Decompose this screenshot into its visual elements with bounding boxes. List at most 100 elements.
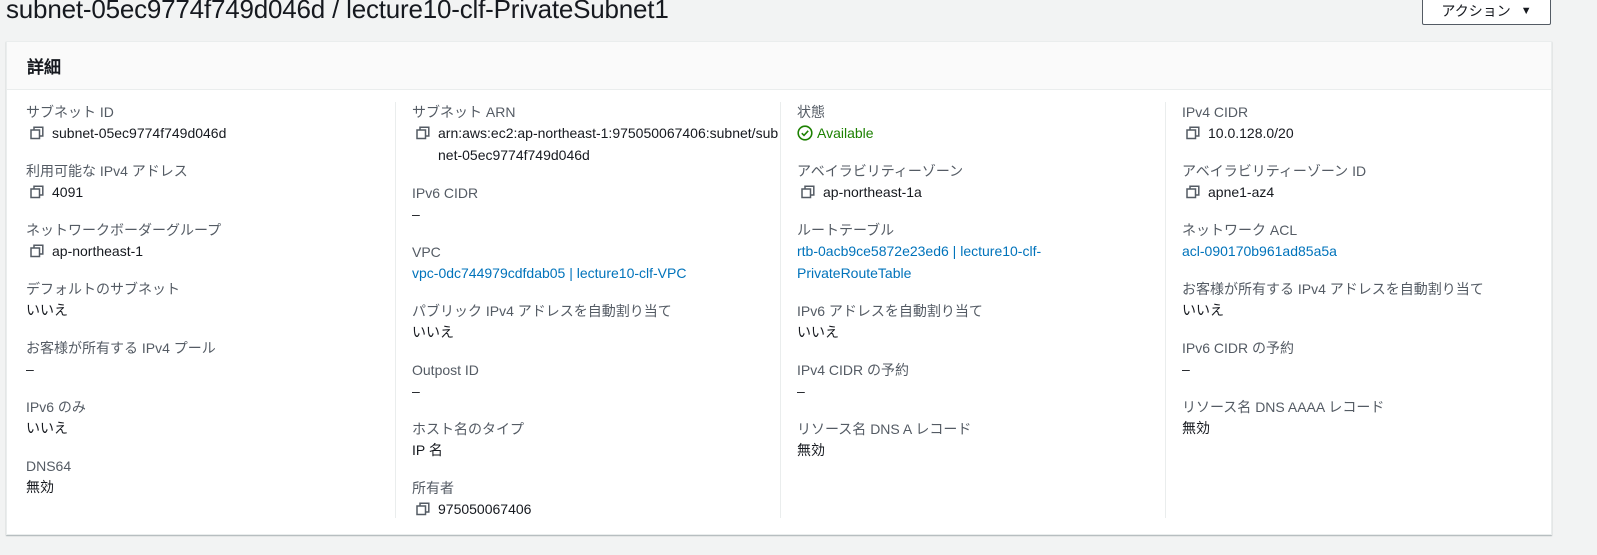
check-circle-icon [797,122,813,144]
field-value: – [412,383,420,399]
details-column-2: サブネット ARN arn:aws:ec2:ap-northeast-1:975… [395,102,780,518]
details-columns: サブネット ID subnet-05ec9774f749d046d 利用可能な … [7,102,1551,518]
field-label: Outpost ID [412,362,479,378]
field-network-acl: ネットワーク ACL acl-090170b961ad85a5a [1182,220,1550,279]
field-label: アベイラビリティーゾーン [797,163,964,179]
field-ipv6-only: IPv6 のみ いいえ [26,397,396,456]
panel-heading: 詳細 [27,58,61,77]
field-value: いいえ [797,324,839,340]
field-label: ネットワーク ACL [1182,222,1298,238]
field-label: IPv6 アドレスを自動割り当て [797,303,983,319]
copy-icon[interactable] [1182,122,1208,144]
field-label: IPv6 のみ [26,399,86,415]
field-label: IPv6 CIDR の予約 [1182,340,1295,356]
field-value: apne1-az4 [1208,184,1275,200]
details-column-3: 状態 Available アベイラビリティーゾーン ap-northeast-1… [780,102,1165,518]
status-badge: Available [797,122,1165,144]
field-value: いいえ [1182,302,1224,318]
field-label: サブネット ARN [412,104,516,120]
details-panel: 詳細 サブネット ID subnet-05ec9774f749d046d 利用可… [6,41,1552,535]
field-subnet-id: サブネット ID subnet-05ec9774f749d046d [26,102,396,161]
field-available-ipv4: 利用可能な IPv4 アドレス 4091 [26,161,396,220]
details-column-1: サブネット ID subnet-05ec9774f749d046d 利用可能な … [26,102,396,518]
field-route-table: ルートテーブル rtb-0acb9ce5872e23ed6 | lecture1… [797,220,1165,301]
field-value: arn:aws:ec2:ap-northeast-1:975050067406:… [438,125,779,163]
actions-button[interactable]: アクション ▼ [1422,0,1551,25]
field-label: ネットワークボーダーグループ [26,222,222,238]
field-label: サブネット ID [26,104,114,120]
field-value: ap-northeast-1 [52,243,144,259]
vpc-link[interactable]: vpc-0dc744979cdfdab05 | lecture10-clf-VP… [412,262,780,284]
field-resource-dns-aaaa: リソース名 DNS AAAA レコード 無効 [1182,397,1550,456]
field-label: IPv4 CIDR [1182,104,1249,120]
copy-icon[interactable] [412,122,438,144]
field-value: – [26,361,34,377]
field-availability-zone-id: アベイラビリティーゾーン ID apne1-az4 [1182,161,1550,220]
copy-icon[interactable] [26,181,52,203]
field-label: ルートテーブル [797,222,895,238]
field-label: パブリック IPv4 アドレスを自動割り当て [412,303,672,319]
field-subnet-arn: サブネット ARN arn:aws:ec2:ap-northeast-1:975… [412,102,780,183]
field-value: いいえ [26,420,68,436]
field-label: リソース名 DNS AAAA レコード [1182,399,1385,415]
field-ipv4-cidr-reservation: IPv4 CIDR の予約 – [797,360,1165,419]
page-title: subnet-05ec9774f749d046d / lecture10-clf… [6,0,669,24]
field-auto-assign-ipv6: IPv6 アドレスを自動割り当て いいえ [797,301,1165,360]
field-value: 無効 [26,479,54,495]
field-value: 975050067406 [438,501,532,517]
field-value: いいえ [412,324,454,340]
field-label: お客様が所有する IPv4 アドレスを自動割り当て [1182,281,1484,297]
field-value: IP 名 [412,442,443,458]
field-value: ap-northeast-1a [823,184,922,200]
copy-icon[interactable] [26,240,52,262]
field-auto-assign-customer-ipv4: お客様が所有する IPv4 アドレスを自動割り当て いいえ [1182,279,1550,338]
copy-icon[interactable] [797,181,823,203]
field-availability-zone: アベイラビリティーゾーン ap-northeast-1a [797,161,1165,220]
field-value: – [797,383,805,399]
field-outpost-id: Outpost ID – [412,360,780,419]
panel-header: 詳細 [7,42,1551,90]
network-acl-link[interactable]: acl-090170b961ad85a5a [1182,240,1550,262]
field-label: DNS64 [26,458,72,474]
scrollbar[interactable] [1585,0,1597,555]
field-label: IPv6 CIDR [412,185,479,201]
field-resource-dns-a: リソース名 DNS A レコード 無効 [797,419,1165,478]
field-value: いいえ [26,302,68,318]
route-table-link[interactable]: rtb-0acb9ce5872e23ed6 | lecture10-clf-Pr… [797,240,1052,284]
details-column-4: IPv4 CIDR 10.0.128.0/20 アベイラビリティーゾーン ID … [1165,102,1550,518]
field-value: subnet-05ec9774f749d046d [52,125,227,141]
field-ipv4-cidr: IPv4 CIDR 10.0.128.0/20 [1182,102,1550,161]
actions-button-label: アクション [1441,2,1511,19]
field-vpc: VPC vpc-0dc744979cdfdab05 | lecture10-cl… [412,242,780,301]
field-state: 状態 Available [797,102,1165,161]
copy-icon[interactable] [26,122,52,144]
field-customer-owned-ipv4-pool: お客様が所有する IPv4 プール – [26,338,396,397]
field-label: 所有者 [412,480,454,496]
caret-down-icon: ▼ [1520,4,1532,17]
field-label: アベイラビリティーゾーン ID [1182,163,1367,179]
status-text: Available [817,125,874,141]
field-dns64: DNS64 無効 [26,456,396,515]
field-hostname-type: ホスト名のタイプ IP 名 [412,419,780,478]
field-value: 無効 [797,442,825,458]
field-label: 利用可能な IPv4 アドレス [26,163,188,179]
field-network-border-group: ネットワークボーダーグループ ap-northeast-1 [26,220,396,279]
field-ipv6-cidr-reservation: IPv6 CIDR の予約 – [1182,338,1550,397]
field-value: 無効 [1182,420,1210,436]
copy-icon[interactable] [412,498,438,520]
field-label: 状態 [797,104,825,120]
field-value: 4091 [52,184,84,200]
field-label: リソース名 DNS A レコード [797,421,972,437]
field-label: デフォルトのサブネット [26,281,180,297]
field-value: 10.0.128.0/20 [1208,125,1294,141]
field-label: お客様が所有する IPv4 プール [26,340,216,356]
field-ipv6-cidr: IPv6 CIDR – [412,183,780,242]
field-owner: 所有者 975050067406 [412,478,780,537]
field-label: IPv4 CIDR の予約 [797,362,910,378]
copy-icon[interactable] [1182,181,1208,203]
field-default-subnet: デフォルトのサブネット いいえ [26,279,396,338]
field-label: ホスト名のタイプ [412,421,524,437]
field-auto-assign-public-ipv4: パブリック IPv4 アドレスを自動割り当て いいえ [412,301,780,360]
field-value: – [1182,361,1190,377]
field-value: – [412,206,420,222]
